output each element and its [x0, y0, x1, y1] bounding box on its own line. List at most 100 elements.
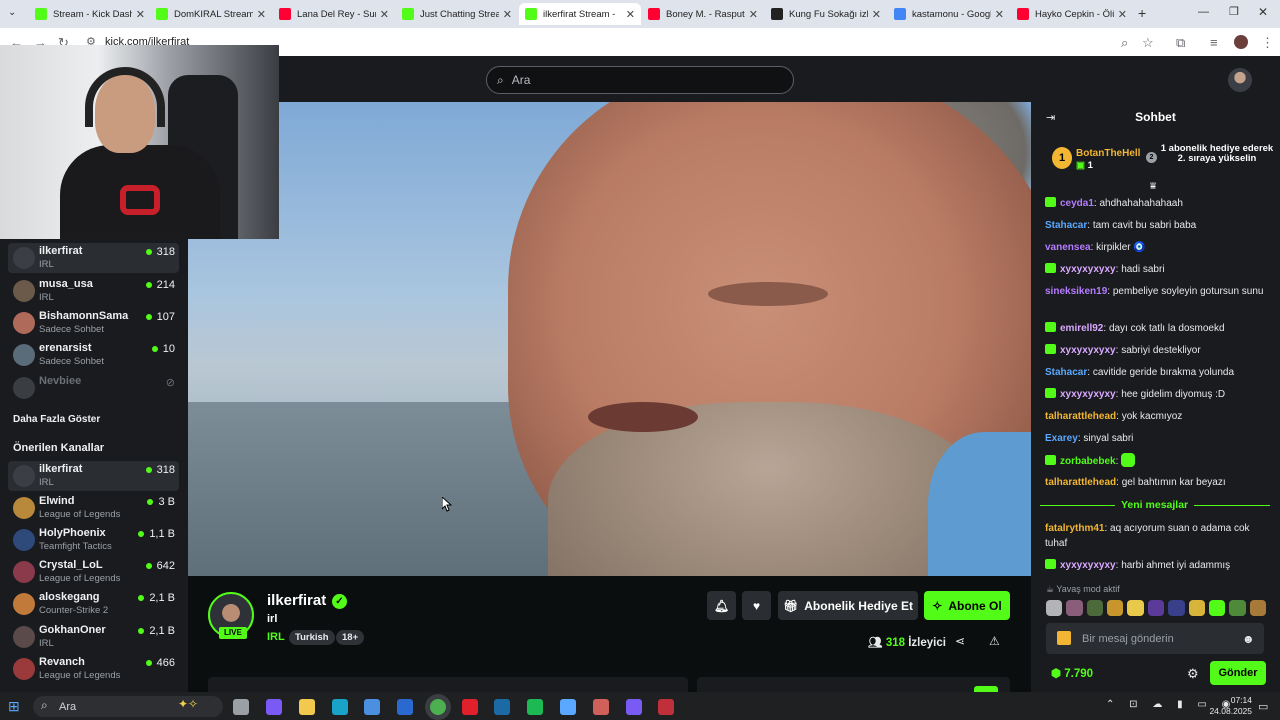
- notification-bell-button[interactable]: 🔔︎: [707, 591, 736, 620]
- emote-icon[interactable]: [1249, 600, 1266, 616]
- sidebar-channel-item[interactable]: Nevbiee ⊘: [8, 373, 179, 403]
- emote-icon[interactable]: [1046, 600, 1063, 616]
- chat-username[interactable]: talharattlehead: [1045, 477, 1116, 488]
- tab-search-button[interactable]: ⌄: [8, 7, 16, 18]
- chat-username[interactable]: xyxyxyxyxy: [1060, 264, 1116, 275]
- task-view-icon[interactable]: [233, 699, 249, 715]
- gift-leaderboard[interactable]: 1 BotanTheHell ▣ 1 2 1 abonelik hediye e…: [1048, 144, 1273, 176]
- chat-username[interactable]: fatalrythm41: [1045, 523, 1104, 534]
- emote-icon[interactable]: [1147, 600, 1165, 616]
- send-button[interactable]: Gönder: [1210, 661, 1266, 685]
- close-tab-icon[interactable]: ✕: [995, 8, 1004, 21]
- follow-heart-button[interactable]: ♥: [742, 591, 771, 620]
- emoji-icon[interactable]: ☻: [1242, 632, 1255, 646]
- discord-icon[interactable]: [626, 699, 642, 715]
- close-tab-icon[interactable]: ✕: [136, 8, 145, 21]
- windows-start-icon[interactable]: ⊞: [8, 698, 20, 715]
- sidebar-channel-item[interactable]: erenarsist Sadece Sohbet 10: [8, 340, 179, 370]
- outlook-icon[interactable]: [397, 699, 413, 715]
- sidebar-channel-item[interactable]: musa_usa IRL 214: [8, 276, 179, 306]
- browser-tab[interactable]: Kung Fu Sokağı izle | ✕: [765, 3, 887, 25]
- chat-username[interactable]: xyxyxyxyxy: [1060, 560, 1116, 571]
- emote-icon[interactable]: [1127, 600, 1144, 616]
- close-tab-icon[interactable]: ✕: [380, 8, 389, 21]
- emote-icon[interactable]: [1229, 600, 1246, 616]
- maximize-button[interactable]: ❐: [1229, 5, 1239, 18]
- gift-sub-button[interactable]: 🎁︎ Abonelik Hediye Et: [778, 591, 918, 620]
- close-tab-icon[interactable]: ✕: [503, 8, 512, 21]
- new-tab-button[interactable]: +: [1138, 5, 1146, 21]
- chrome-icon[interactable]: [430, 699, 446, 715]
- tag-18plus[interactable]: 18+: [336, 630, 365, 645]
- app-icon[interactable]: [593, 699, 609, 715]
- edge-icon[interactable]: [332, 699, 348, 715]
- sidebar-channel-item[interactable]: HolyPhoenix Teamfight Tactics 1,1 B: [8, 525, 179, 555]
- close-tab-icon[interactable]: ✕: [749, 8, 758, 21]
- browser-menu-icon[interactable]: ⋮: [1261, 35, 1274, 51]
- video-player[interactable]: [188, 102, 1031, 576]
- close-window-button[interactable]: ✕: [1258, 5, 1268, 19]
- close-tab-icon[interactable]: ✕: [626, 8, 635, 21]
- browser-tab[interactable]: Hayko Cepkin - Ölüy ✕: [1011, 3, 1133, 25]
- chat-settings-icon[interactable]: ⚙: [1187, 666, 1199, 682]
- sidebar-channel-item[interactable]: Revanch League of Legends 466: [8, 654, 179, 684]
- app-icon[interactable]: [560, 699, 576, 715]
- sidebar-channel-item[interactable]: ilkerfirat IRL 318: [8, 243, 179, 273]
- notifications-icon[interactable]: ▭: [1258, 700, 1268, 713]
- stream-category[interactable]: IRL: [267, 631, 285, 643]
- chat-username[interactable]: xyxyxyxyxy: [1060, 345, 1116, 356]
- opera-icon[interactable]: [462, 699, 478, 715]
- browser-tab[interactable]: Boney M. - Rasputin ✕: [642, 3, 764, 25]
- profile-avatar[interactable]: [1234, 35, 1248, 49]
- copilot-icon[interactable]: [266, 699, 282, 715]
- chat-username[interactable]: Stahacar: [1045, 220, 1087, 231]
- share-icon[interactable]: ⋖: [955, 634, 965, 648]
- chat-username[interactable]: ceyda1: [1060, 198, 1094, 209]
- steam-icon[interactable]: [494, 699, 510, 715]
- emote-icon[interactable]: [1107, 600, 1124, 616]
- file-explorer-icon[interactable]: [299, 699, 315, 715]
- sidebar-channel-item[interactable]: ilkerfirat IRL 318: [8, 461, 179, 491]
- store-icon[interactable]: [364, 699, 380, 715]
- chat-username[interactable]: emirell92: [1060, 323, 1103, 334]
- emote-icon[interactable]: [1168, 600, 1185, 616]
- chat-message-input[interactable]: Bir mesaj gönderin: [1046, 623, 1264, 654]
- chat-username[interactable]: talharattlehead: [1045, 411, 1116, 422]
- minimize-button[interactable]: —: [1198, 6, 1209, 18]
- sidebar-channel-item[interactable]: GokhanOner IRL 2,1 B: [8, 622, 179, 652]
- browser-tab[interactable]: Lana Del Rey - Summ ✕: [273, 3, 395, 25]
- spotify-icon[interactable]: [527, 699, 543, 715]
- app-icon[interactable]: [658, 699, 674, 715]
- chat-username[interactable]: xyxyxyxyxy: [1060, 389, 1116, 400]
- gift-icon[interactable]: [1057, 631, 1071, 645]
- emote-icon[interactable]: [1188, 600, 1205, 616]
- streamer-name[interactable]: ilkerfirat: [267, 592, 326, 609]
- channel-points[interactable]: ⬢ 7.790: [1051, 666, 1093, 680]
- sidebar-channel-item[interactable]: aloskegang Counter-Strike 2 2,1 B: [8, 589, 179, 619]
- report-warning-icon[interactable]: ⚠: [989, 634, 1000, 648]
- chat-username[interactable]: sineksiken19: [1045, 286, 1107, 297]
- extensions-icon[interactable]: ⧉: [1176, 35, 1185, 51]
- browser-tab[interactable]: ilkerfirat Stream - ✕: [519, 3, 641, 25]
- zoom-icon[interactable]: ⌕: [1121, 35, 1128, 51]
- browser-tab[interactable]: Just Chatting Stream ✕: [396, 3, 518, 25]
- clock[interactable]: 07:14 24.08.2025: [1202, 695, 1252, 717]
- tag-turkish[interactable]: Turkish: [289, 630, 335, 645]
- show-more-link[interactable]: Daha Fazla Göster: [13, 414, 100, 425]
- chat-username[interactable]: Stahacar: [1045, 367, 1087, 378]
- browser-tab[interactable]: DomKIRAL Stream - \ ✕: [150, 3, 272, 25]
- browser-tab[interactable]: kastamonu - Google' ✕: [888, 3, 1010, 25]
- expand-leaderboard-icon[interactable]: ⩸: [1150, 181, 1156, 192]
- emote-icon[interactable]: [1066, 600, 1083, 616]
- subscribe-button[interactable]: ✧ Abone Ol: [924, 591, 1010, 620]
- media-control-icon[interactable]: ≡: [1210, 35, 1218, 50]
- browser-tab[interactable]: Stream - Kick Dashbo ✕: [29, 3, 151, 25]
- sidebar-channel-item[interactable]: BishamonnSama Sadece Sohbet 107: [8, 308, 179, 338]
- sidebar-channel-item[interactable]: Elwind League of Legends 3 B: [8, 493, 179, 523]
- close-tab-icon[interactable]: ✕: [1118, 8, 1127, 21]
- emote-icon[interactable]: [1086, 600, 1104, 616]
- search-input[interactable]: ⌕ Ara: [486, 66, 794, 94]
- sidebar-channel-item[interactable]: Crystal_LoL League of Legends 642: [8, 557, 179, 587]
- user-avatar[interactable]: [1228, 68, 1252, 92]
- close-tab-icon[interactable]: ✕: [257, 8, 266, 21]
